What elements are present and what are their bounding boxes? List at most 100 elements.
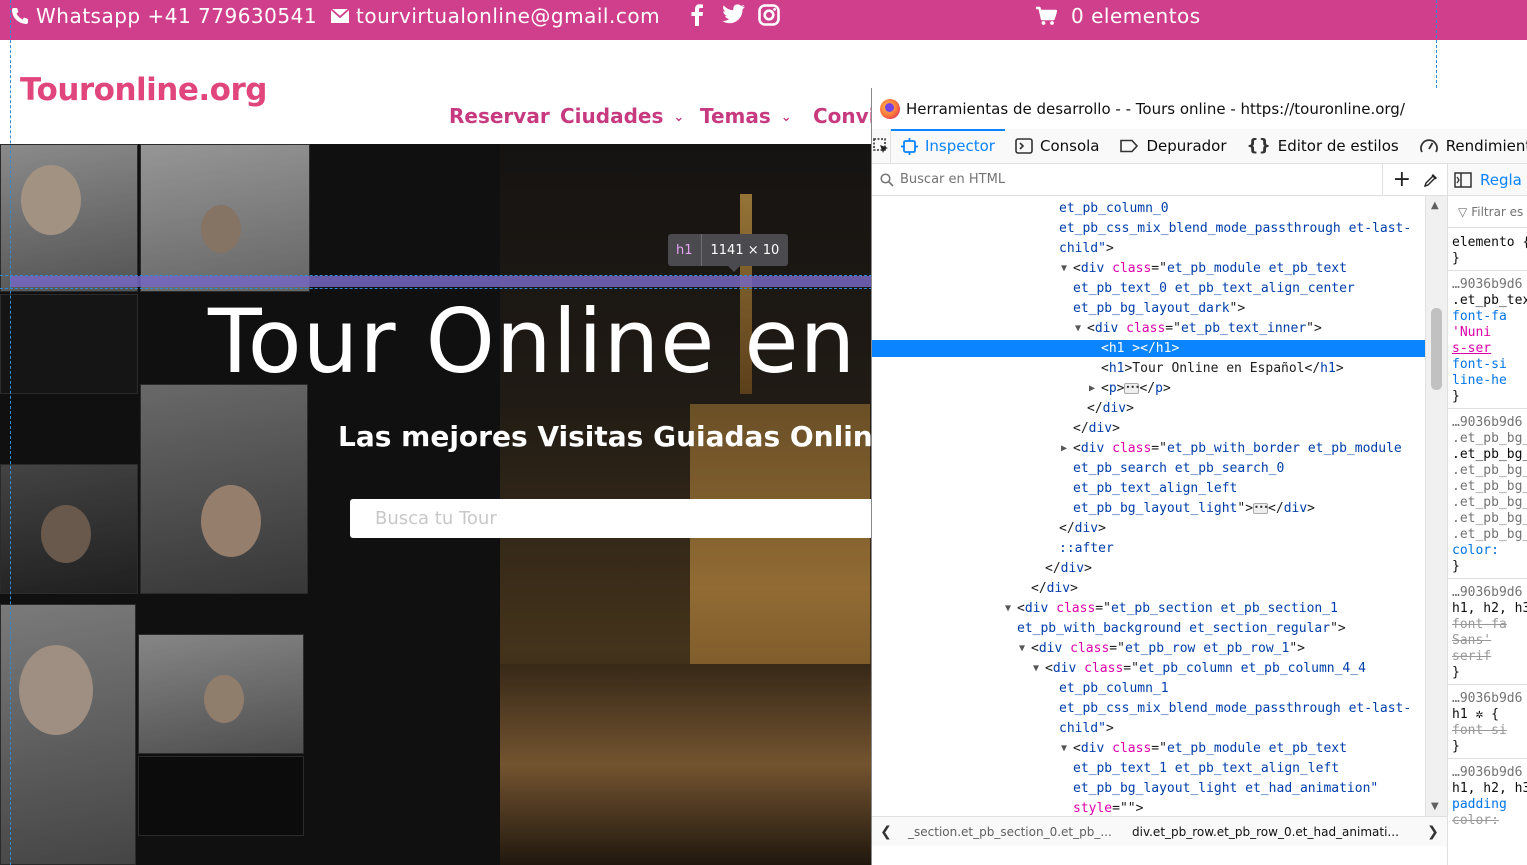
markup-line[interactable]: et_pb_with_background et_section_regular… — [872, 620, 1425, 637]
tab-inspector[interactable]: Inspector — [891, 128, 1005, 164]
markup-line[interactable]: ▶ <p>•••</p> — [872, 380, 1425, 397]
breadcrumb-item[interactable]: _section.et_pb_section_0.et_pb_... — [900, 825, 1124, 839]
markup-line[interactable]: et_pb_bg_layout_light">•••</div> — [872, 500, 1425, 517]
eyedropper-icon[interactable] — [1423, 172, 1439, 188]
markup-line[interactable]: </div> — [872, 420, 1425, 437]
rule-line[interactable]: .et_pb_bg_ — [1452, 526, 1527, 543]
markup-line[interactable]: et_pb_column_1 — [872, 680, 1425, 697]
tab-debugger[interactable]: Depurador — [1109, 129, 1236, 164]
markup-line[interactable]: et_pb_bg_layout_dark"> — [872, 300, 1425, 317]
markup-line[interactable]: et_pb_bg_layout_light et_had_animation" — [872, 780, 1425, 797]
expand-down-icon[interactable]: ▼ — [1061, 740, 1067, 757]
whatsapp-contact[interactable]: Whatsapp +41 779630541 — [10, 4, 317, 28]
markup-line[interactable]: ▼ <div class="et_pb_text_inner"> — [872, 320, 1425, 337]
rule-line[interactable]: .et_pb_bg_ — [1452, 494, 1527, 511]
html-search-input[interactable]: Buscar en HTML — [900, 172, 1005, 187]
markup-tree[interactable]: et_pb_column_0 et_pb_css_mix_blend_mode_p… — [872, 196, 1425, 816]
selected-node[interactable]: <h1 ></h1> — [872, 340, 1425, 357]
expand-down-icon[interactable]: ▼ — [1075, 320, 1081, 337]
markup-line[interactable]: et_pb_search et_pb_search_0 — [872, 460, 1425, 477]
markup-line[interactable]: style=""> — [872, 800, 1425, 816]
markup-line[interactable]: </div> — [872, 580, 1425, 597]
cart-link[interactable]: 0 elementos — [1035, 4, 1201, 28]
rules-filter[interactable]: ▽ Filtrar es — [1448, 196, 1527, 228]
chevron-left-icon[interactable]: ❮ — [872, 824, 900, 840]
rule-line[interactable]: elemento { — [1452, 234, 1527, 251]
markup-line[interactable]: ▼ <div class="et_pb_module et_pb_text — [872, 740, 1425, 757]
add-node-icon[interactable]: + — [1393, 169, 1411, 191]
tab-style-editor[interactable]: {} Editor de estilos — [1237, 129, 1409, 164]
markup-line[interactable]: et_pb_css_mix_blend_mode_passthrough et-… — [872, 700, 1425, 717]
markup-line[interactable]: ▼ <div class="et_pb_row et_pb_row_1"> — [872, 640, 1425, 657]
chevron-right-icon[interactable]: ❯ — [1419, 824, 1447, 840]
site-logo[interactable]: Touronline.org — [20, 72, 267, 108]
rule-line[interactable]: serif — [1452, 648, 1491, 665]
rule-line[interactable]: color: — [1452, 812, 1499, 829]
markup-scrollbar[interactable]: ▲ ▼ — [1425, 196, 1447, 816]
rule-line[interactable]: …9036b9d6 — [1452, 414, 1522, 431]
rule-line[interactable]: h1, h2, h3 — [1452, 780, 1527, 797]
element-picker-button[interactable] — [872, 128, 891, 164]
scrollbar-thumb[interactable] — [1431, 308, 1442, 390]
rule-line[interactable]: } — [1452, 738, 1460, 755]
nav-convi[interactable]: Convi — [813, 104, 876, 128]
rule-line[interactable]: color: — [1452, 542, 1499, 559]
expand-right-icon[interactable]: ▶ — [1089, 380, 1095, 397]
rule-line[interactable]: .et_pb_tex — [1452, 292, 1527, 309]
rule-line[interactable]: …9036b9d6 — [1452, 690, 1522, 707]
rule-line[interactable]: font-fa — [1452, 308, 1507, 325]
markup-line[interactable]: child"> — [872, 720, 1425, 737]
expand-down-icon[interactable]: ▼ — [1033, 660, 1039, 677]
facebook-icon[interactable] — [690, 4, 704, 26]
rule-line[interactable]: } — [1452, 250, 1460, 267]
rule-line[interactable]: .et_pb_bg_ — [1452, 478, 1527, 495]
tour-search-input[interactable]: Busca tu Tour — [350, 499, 872, 538]
markup-line[interactable]: ::after — [872, 540, 1425, 557]
rule-line[interactable]: } — [1452, 664, 1460, 681]
rule-line[interactable]: padding — [1452, 796, 1507, 813]
rule-line[interactable]: .et_pb_bg_ — [1452, 446, 1527, 463]
rule-line[interactable]: .et_pb_bg_ — [1452, 462, 1527, 479]
rule-line[interactable]: h1 ✲ { — [1452, 706, 1499, 723]
rule-line[interactable]: .et_pb_bg_ — [1452, 510, 1527, 527]
markup-line[interactable]: et_pb_text_1 et_pb_text_align_left — [872, 760, 1425, 777]
expand-down-icon[interactable]: ▼ — [1061, 260, 1067, 277]
markup-line[interactable]: child"> — [872, 240, 1425, 257]
markup-line[interactable]: et_pb_css_mix_blend_mode_passthrough et-… — [872, 220, 1425, 237]
rule-line[interactable]: line-he — [1452, 372, 1507, 389]
instagram-icon[interactable] — [758, 4, 780, 26]
scroll-down-icon[interactable]: ▼ — [1431, 801, 1439, 812]
tab-rules[interactable]: Regla — [1480, 171, 1522, 189]
markup-line[interactable]: </div> — [872, 560, 1425, 577]
rule-line[interactable]: 'Nuni — [1452, 324, 1491, 341]
rule-line[interactable]: } — [1452, 558, 1460, 575]
expand-down-icon[interactable]: ▼ — [1005, 600, 1011, 617]
rule-line[interactable]: font-si — [1452, 722, 1507, 739]
markup-line[interactable]: <h1>Tour Online en Español</h1> — [872, 360, 1425, 377]
rule-line[interactable]: } — [1452, 388, 1460, 405]
markup-line[interactable]: ▼ <div class="et_pb_column et_pb_column_4… — [872, 660, 1425, 677]
markup-line[interactable]: ▶ <div class="et_pb_with_border et_pb_mod… — [872, 440, 1425, 457]
toggle-sidebar-icon[interactable] — [1454, 171, 1472, 188]
ellipsis-icon[interactable]: ••• — [1253, 503, 1268, 514]
rule-line[interactable]: font-si — [1452, 356, 1507, 373]
expand-right-icon[interactable]: ▶ — [1061, 440, 1067, 457]
rule-line[interactable]: …9036b9d6 — [1452, 584, 1522, 601]
scroll-up-icon[interactable]: ▲ — [1431, 200, 1439, 211]
markup-line[interactable]: </div> — [872, 520, 1425, 537]
rule-line[interactable]: .et_pb_bg_ — [1452, 430, 1527, 447]
breadcrumb-item[interactable]: div.et_pb_row.et_pb_row_0.et_had_animati… — [1124, 825, 1419, 839]
markup-line[interactable]: et_pb_text_align_left — [872, 480, 1425, 497]
markup-line[interactable]: et_pb_text_0 et_pb_text_align_center — [872, 280, 1425, 297]
email-contact[interactable]: tourvirtualonline@gmail.com — [330, 4, 660, 28]
rule-line[interactable]: s-ser — [1452, 340, 1491, 357]
tab-console[interactable]: Consola — [1005, 129, 1110, 164]
nav-reservar[interactable]: Reservar — [449, 104, 550, 128]
markup-line[interactable]: ▼ <div class="et_pb_section et_pb_section… — [872, 600, 1425, 617]
rule-line[interactable]: h1, h2, h3 — [1452, 600, 1527, 617]
tab-performance[interactable]: Rendimiento — [1409, 129, 1527, 164]
nav-ciudades[interactable]: Ciudades ⌄ — [560, 104, 684, 128]
rule-line[interactable]: …9036b9d6 — [1452, 764, 1522, 781]
twitter-icon[interactable] — [722, 4, 746, 24]
expand-down-icon[interactable]: ▼ — [1019, 640, 1025, 657]
